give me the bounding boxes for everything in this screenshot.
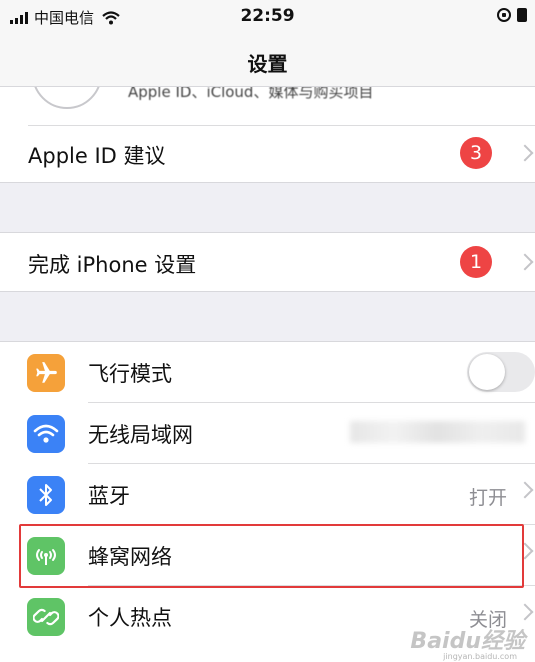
apple-id-subtitle: Apple ID、iCloud、媒体与购买项目 [128, 87, 374, 101]
apple-id-suggestions-badge: 3 [460, 137, 492, 169]
wifi-row[interactable]: 无线局域网 [0, 403, 535, 463]
wifi-network-value-blurred [350, 421, 525, 443]
bluetooth-label: 蓝牙 [88, 484, 130, 508]
status-bar: 中国电信 22:59 [0, 0, 535, 34]
wifi-label: 无线局域网 [88, 423, 193, 447]
avatar [32, 87, 102, 109]
chevron-right-icon [516, 253, 534, 271]
status-time: 22:59 [240, 6, 295, 26]
finish-iphone-setup-row[interactable]: 完成 iPhone 设置 1 [0, 233, 535, 291]
airplane-icon [27, 354, 65, 392]
airplane-mode-label: 飞行模式 [88, 362, 172, 386]
watermark-url: jingyan.baidu.com [443, 652, 517, 661]
battery-icon [517, 8, 527, 22]
bluetooth-icon [27, 476, 65, 514]
toggle-knob [469, 354, 505, 390]
airplane-mode-toggle[interactable] [467, 352, 535, 392]
group-apple-id-suggestions: Apple ID 建议 3 [0, 125, 535, 183]
bluetooth-value: 打开 [468, 487, 507, 509]
nav-bar: 设置 [0, 34, 535, 87]
hotspot-label: 个人热点 [88, 606, 172, 630]
wifi-icon [27, 415, 65, 453]
finish-iphone-setup-label: 完成 iPhone 设置 [28, 253, 197, 277]
chevron-right-icon [516, 144, 534, 162]
apple-id-suggestions-label: Apple ID 建议 [28, 144, 166, 168]
watermark: Baidu经验 [410, 629, 525, 654]
page-title: 设置 [247, 52, 288, 76]
chevron-right-icon [516, 481, 534, 499]
hotspot-icon [27, 598, 65, 636]
status-right [497, 8, 527, 22]
finish-iphone-setup-badge: 1 [460, 246, 492, 278]
group-finish-setup: 完成 iPhone 设置 1 [0, 232, 535, 292]
highlight-annotation [19, 524, 524, 588]
apple-id-suggestions-row[interactable]: Apple ID 建议 3 [0, 125, 535, 182]
rotation-lock-icon [497, 8, 511, 22]
bluetooth-row[interactable]: 蓝牙 打开 [0, 464, 535, 524]
group-connectivity: 飞行模式 无线局域网 蓝牙 打开 蜂窝网络 个人热点 关闭 [0, 341, 535, 662]
airplane-mode-row: 飞行模式 [0, 342, 535, 402]
apple-id-row[interactable]: Apple ID、iCloud、媒体与购买项目 [0, 87, 535, 125]
chevron-right-icon [516, 603, 534, 621]
